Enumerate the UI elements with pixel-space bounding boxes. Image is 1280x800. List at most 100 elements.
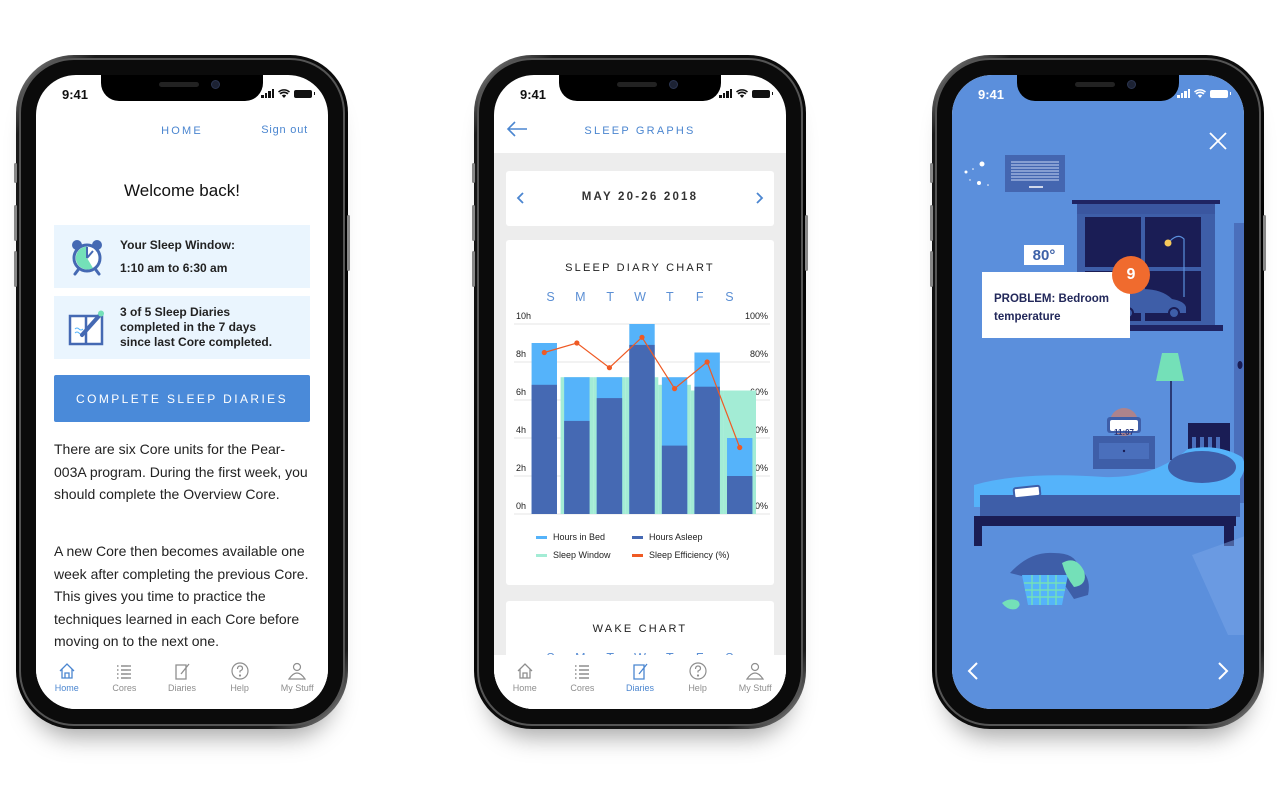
list-icon xyxy=(575,665,590,679)
sleep-efficiency-point xyxy=(541,349,547,356)
sign-out-link[interactable]: Sign out xyxy=(261,124,308,136)
tab-label: Help xyxy=(688,683,707,693)
tab-home[interactable]: Home xyxy=(496,661,554,709)
notch xyxy=(559,75,721,101)
week-label: MAY 20-26 2018 xyxy=(581,191,699,203)
day-label: T xyxy=(606,290,614,304)
sleep-efficiency-point xyxy=(737,444,743,451)
notch xyxy=(101,75,263,101)
chart-title: SLEEP DIARY CHART xyxy=(565,262,715,274)
tab-label: Cores xyxy=(112,683,137,693)
diary-icon xyxy=(175,663,190,680)
welcome-heading: Welcome back! xyxy=(124,181,240,200)
help-icon xyxy=(688,662,707,680)
legend-item: Sleep Efficiency (%) xyxy=(632,550,742,560)
phone-home: 9:41 HOME Sign out Welcome back! Your Sl… xyxy=(14,55,350,729)
tab-cores[interactable]: Cores xyxy=(96,661,154,709)
problem-number-badge[interactable]: 9 xyxy=(1112,256,1150,294)
notch xyxy=(1017,75,1179,101)
tab-diaries[interactable]: Diaries xyxy=(153,661,211,709)
close-icon[interactable] xyxy=(1208,131,1228,151)
tab-diaries[interactable]: Diaries xyxy=(611,661,669,709)
legend-item: Sleep Window xyxy=(536,550,632,560)
home-icon xyxy=(59,663,75,679)
thermostat-value: 80° xyxy=(1032,246,1056,264)
next-week-button[interactable] xyxy=(752,189,766,207)
tab-bar: Home Cores Diaries Help My Stuff xyxy=(36,655,328,709)
tab-home[interactable]: Home xyxy=(38,661,96,709)
chart-legend: Hours in Bed Hours Asleep Sleep Window S… xyxy=(536,532,742,560)
phone-sleep-graphs: 9:41 SLEEP GRAPHS MAY 20-26 2018 SLEEP D… xyxy=(472,55,808,729)
y-left-tick-label: 10h xyxy=(516,312,531,321)
legend-swatch xyxy=(536,535,547,539)
legend-swatch xyxy=(536,553,547,557)
status-time: 9:41 xyxy=(978,87,1005,102)
tab-label: Help xyxy=(230,683,249,693)
legend-item: Hours Asleep xyxy=(632,532,742,542)
problem-callout: PROBLEM: Bedroom temperature xyxy=(982,272,1130,338)
battery-icon xyxy=(1210,89,1231,98)
day-label: T xyxy=(665,290,674,304)
y-right-tick-label: 0% xyxy=(755,501,768,511)
y-left-tick-label: 0h xyxy=(516,501,526,511)
nightstand xyxy=(1093,408,1155,469)
tab-my-stuff[interactable]: My Stuff xyxy=(268,661,326,709)
tab-help[interactable]: Help xyxy=(669,661,727,709)
floor-lamp xyxy=(1156,353,1184,460)
phone-bedroom-scene: 9:41 80° PROBLEM: Bedroom temperature 9 … xyxy=(930,55,1266,729)
legend-swatch xyxy=(632,553,643,557)
y-left-tick-label: 2h xyxy=(516,463,526,473)
tab-bar: Home Cores Diaries Help My Stuff xyxy=(494,655,786,709)
y-right-tick-label: 100% xyxy=(745,312,768,321)
tab-label: Diaries xyxy=(167,683,196,693)
sleep-window-card: Your Sleep Window: 1:10 am to 6:30 am xyxy=(54,225,310,288)
sleep-efficiency-point xyxy=(639,334,645,340)
y-left-tick-label: 6h xyxy=(516,387,526,397)
legend-swatch xyxy=(632,535,643,539)
laundry-basket xyxy=(1002,552,1089,610)
tab-label: Home xyxy=(512,683,537,693)
sleep-graphs-screen: 9:41 SLEEP GRAPHS MAY 20-26 2018 SLEEP D… xyxy=(494,75,786,709)
diaries-line-1: 3 of 5 Sleep Diaries xyxy=(120,305,231,319)
thermostat-display: 80° xyxy=(1024,245,1064,265)
sleep-window-value: 1:10 am to 6:30 am xyxy=(120,260,228,275)
diary-icon xyxy=(633,663,648,680)
signal-icon xyxy=(1177,89,1190,98)
day-label: F xyxy=(695,290,704,304)
tab-cores[interactable]: Cores xyxy=(554,661,612,709)
air-conditioner-icon xyxy=(1005,155,1065,192)
sleep-efficiency-point xyxy=(671,386,678,392)
hours-asleep-bar xyxy=(661,445,688,514)
previous-scene-button[interactable] xyxy=(966,660,980,682)
day-label: M xyxy=(575,290,586,304)
sleep-window-label: Your Sleep Window: xyxy=(120,237,236,252)
list-icon xyxy=(117,665,132,679)
sleep-diary-chart: 0h2h4h6h8h10h0%20%40%60%80%100% xyxy=(514,312,770,515)
hours-asleep-bar xyxy=(694,386,720,514)
next-scene-button[interactable] xyxy=(1216,660,1230,682)
day-label: S xyxy=(725,290,734,304)
day-label: W xyxy=(634,290,646,304)
complete-sleep-diaries-button[interactable]: COMPLETE SLEEP DIARIES xyxy=(54,375,310,422)
bedroom-scene-screen: 9:41 80° PROBLEM: Bedroom temperature 9 … xyxy=(952,75,1244,709)
diaries-line-2: completed in the 7 days xyxy=(120,320,257,334)
person-icon xyxy=(288,662,307,680)
tab-label: My Stuff xyxy=(280,683,314,693)
battery-icon xyxy=(752,89,773,98)
hours-asleep-bar xyxy=(596,398,623,514)
battery-icon xyxy=(294,89,315,98)
y-left-tick-label: 8h xyxy=(516,349,526,359)
tab-label: Cores xyxy=(570,683,595,693)
tab-help[interactable]: Help xyxy=(211,661,269,709)
y-left-tick-label: 4h xyxy=(516,425,526,435)
diaries-line-3: since last Core completed. xyxy=(120,335,273,349)
tab-my-stuff[interactable]: My Stuff xyxy=(726,661,784,709)
chart-day-labels: S M T W T F S xyxy=(540,290,740,304)
tab-label: Diaries xyxy=(625,683,654,693)
diary-pen-icon xyxy=(68,310,104,345)
page-title: SLEEP GRAPHS xyxy=(584,125,696,137)
problem-text: PROBLEM: Bedroom temperature xyxy=(994,293,1109,323)
signal-icon xyxy=(719,89,732,98)
hours-asleep-bar xyxy=(629,344,655,514)
sleep-diary-chart-card: SLEEP DIARY CHART S M T W T F S 0h 2h 4h 6h… xyxy=(506,240,774,585)
